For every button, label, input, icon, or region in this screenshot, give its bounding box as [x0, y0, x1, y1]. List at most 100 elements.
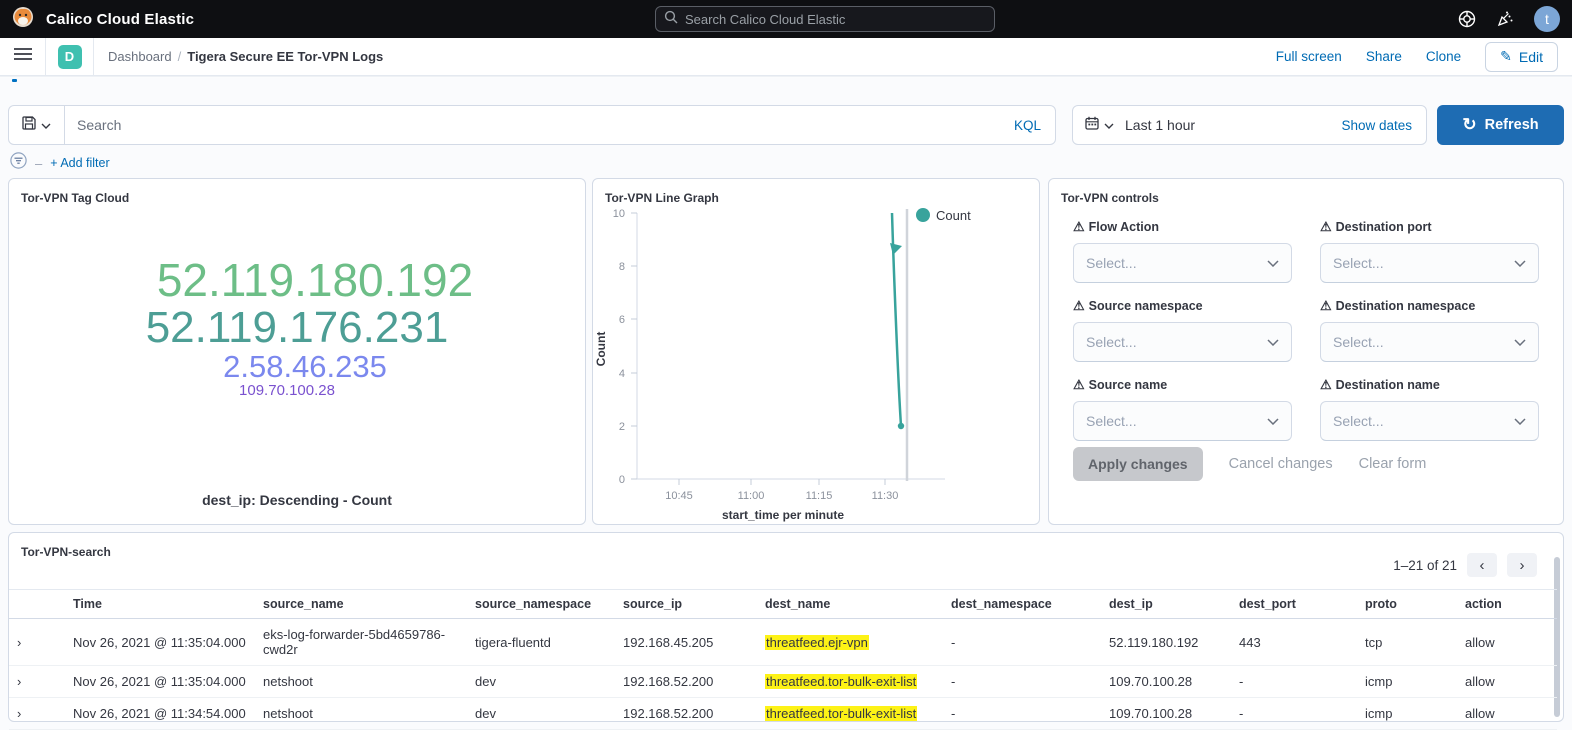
refresh-icon: ↻ — [1462, 115, 1476, 135]
svg-text:6: 6 — [619, 314, 625, 326]
tag-cloud-item[interactable]: 109.70.100.28 — [0, 383, 575, 399]
destination-name-select[interactable]: Select... — [1320, 401, 1539, 441]
search-table-title: Tor-VPN-search — [9, 533, 1563, 559]
warning-icon: ⚠ — [1320, 298, 1332, 314]
page-title: Tigera Secure EE Tor-VPN Logs — [187, 49, 383, 64]
whats-new-icon[interactable] — [1496, 10, 1514, 28]
date-quick-menu-button[interactable] — [1073, 116, 1125, 135]
global-search-input[interactable] — [685, 12, 986, 27]
source-namespace-select[interactable]: Select... — [1073, 322, 1292, 362]
series-arrowhead — [890, 243, 902, 255]
chevron-right-icon: › — [1520, 557, 1525, 574]
nav-menu-button[interactable] — [0, 38, 46, 75]
col-dest-ip: dest_ip — [1101, 590, 1231, 619]
logs-table: Time source_name source_namespace source… — [9, 589, 1557, 730]
show-dates-button[interactable]: Show dates — [1341, 118, 1426, 133]
warning-icon: ⚠ — [1320, 219, 1332, 235]
cell-dest-namespace: - — [943, 619, 1101, 666]
next-page-button[interactable]: › — [1507, 553, 1537, 577]
legend-count-label: Count — [936, 208, 971, 223]
tag-cloud: 52.119.180.192 52.119.176.231 2.58.46.23… — [9, 257, 585, 398]
save-icon — [22, 116, 36, 135]
row-expander-icon[interactable]: › — [9, 698, 65, 730]
kql-syntax-button[interactable]: KQL — [1014, 118, 1055, 133]
breadcrumb-bar: D Dashboard / Tigera Secure EE Tor-VPN L… — [0, 38, 1572, 76]
table-row: › Nov 26, 2021 @ 11:35:04.000 netshoot d… — [9, 666, 1557, 698]
y-axis-label: Count — [594, 332, 608, 367]
cancel-changes-button[interactable]: Cancel changes — [1229, 456, 1333, 472]
cell-dest-port: 443 — [1231, 619, 1357, 666]
col-source-name: source_name — [255, 590, 467, 619]
warning-icon: ⚠ — [1073, 219, 1085, 235]
svg-text:11:15: 11:15 — [806, 490, 833, 502]
col-source-ip: source_ip — [615, 590, 757, 619]
svg-text:11:30: 11:30 — [872, 490, 899, 502]
tag-cloud-caption: dest_ip: Descending - Count — [9, 492, 585, 508]
breadcrumb-dashboard[interactable]: Dashboard — [108, 49, 172, 64]
calico-logo-icon — [12, 6, 34, 33]
cell-source-name: netshoot — [255, 698, 467, 730]
chevron-down-icon — [1514, 260, 1526, 267]
source-name-select[interactable]: Select... — [1073, 401, 1292, 441]
cell-source-namespace: tigera-fluentd — [467, 619, 615, 666]
cell-action: allow — [1457, 666, 1557, 698]
cell-dest-ip: 52.119.180.192 — [1101, 619, 1231, 666]
svg-text:8: 8 — [619, 261, 625, 273]
svg-text:2: 2 — [619, 421, 625, 433]
user-avatar[interactable]: t — [1534, 6, 1560, 32]
destination-port-select[interactable]: Select... — [1320, 243, 1539, 283]
warning-icon: ⚠ — [1073, 377, 1085, 393]
chevron-down-icon — [1514, 418, 1526, 425]
cell-source-name: netshoot — [255, 666, 467, 698]
table-row: › Nov 26, 2021 @ 11:34:54.000 netshoot d… — [9, 698, 1557, 730]
dashboard-app-icon: D — [58, 45, 82, 69]
tag-cloud-item[interactable]: 52.119.180.192 — [27, 257, 603, 305]
svg-text:0: 0 — [619, 474, 625, 486]
help-icon[interactable] — [1458, 10, 1476, 28]
chevron-down-icon — [41, 116, 51, 134]
cell-dest-namespace: - — [943, 698, 1101, 730]
full-screen-button[interactable]: Full screen — [1276, 49, 1342, 64]
svg-text:11:00: 11:00 — [738, 490, 765, 502]
time-range-value[interactable]: Last 1 hour — [1125, 117, 1341, 133]
tag-cloud-title: Tor-VPN Tag Cloud — [9, 179, 585, 205]
col-action: action — [1457, 590, 1557, 619]
row-expander-icon[interactable]: › — [9, 619, 65, 666]
destination-port-field: ⚠Destination port Select... — [1320, 219, 1539, 283]
saved-query-menu-button[interactable] — [9, 106, 65, 144]
tag-cloud-item[interactable]: 2.58.46.235 — [17, 351, 593, 383]
dashboard-app-badge[interactable]: D — [46, 38, 94, 75]
chevron-left-icon: ‹ — [1480, 557, 1485, 574]
global-search[interactable] — [655, 6, 995, 32]
pencil-icon: ✎ — [1500, 48, 1512, 65]
share-button[interactable]: Share — [1366, 49, 1402, 64]
cell-dest-port: - — [1231, 666, 1357, 698]
breadcrumb: Dashboard / Tigera Secure EE Tor-VPN Log… — [94, 38, 383, 75]
clone-button[interactable]: Clone — [1426, 49, 1461, 64]
cell-dest-namespace: - — [943, 666, 1101, 698]
tag-cloud-item[interactable]: 52.119.176.231 — [9, 305, 585, 351]
cell-time: Nov 26, 2021 @ 11:35:04.000 — [65, 619, 255, 666]
header-divider — [0, 76, 1572, 78]
legend-count-dot — [916, 208, 930, 222]
search-table-panel: Tor-VPN-search 1–21 of 21 ‹ › Time sourc… — [8, 532, 1564, 722]
clear-form-button[interactable]: Clear form — [1359, 456, 1427, 472]
add-filter-button[interactable]: + Add filter — [50, 156, 109, 170]
edit-button[interactable]: ✎ Edit — [1485, 42, 1558, 72]
flow-action-select[interactable]: Select... — [1073, 243, 1292, 283]
cell-dest-name: threatfeed.tor-bulk-exit-list — [757, 666, 943, 698]
refresh-button[interactable]: ↻ Refresh — [1437, 105, 1564, 145]
prev-page-button[interactable]: ‹ — [1467, 553, 1497, 577]
cell-action: allow — [1457, 698, 1557, 730]
global-header: Calico Cloud Elastic — [0, 0, 1572, 38]
query-search-input[interactable] — [65, 117, 1014, 133]
destination-namespace-select[interactable]: Select... — [1320, 322, 1539, 362]
app-title: Calico Cloud Elastic — [46, 11, 194, 28]
cell-dest-ip: 109.70.100.28 — [1101, 666, 1231, 698]
hamburger-icon — [14, 47, 32, 66]
row-expander-icon[interactable]: › — [9, 666, 65, 698]
filter-menu-icon[interactable] — [10, 152, 27, 174]
table-row: › Nov 26, 2021 @ 11:35:04.000 eks-log-fo… — [9, 619, 1557, 666]
svg-text:10:45: 10:45 — [665, 490, 693, 502]
apply-changes-button[interactable]: Apply changes — [1073, 447, 1203, 481]
